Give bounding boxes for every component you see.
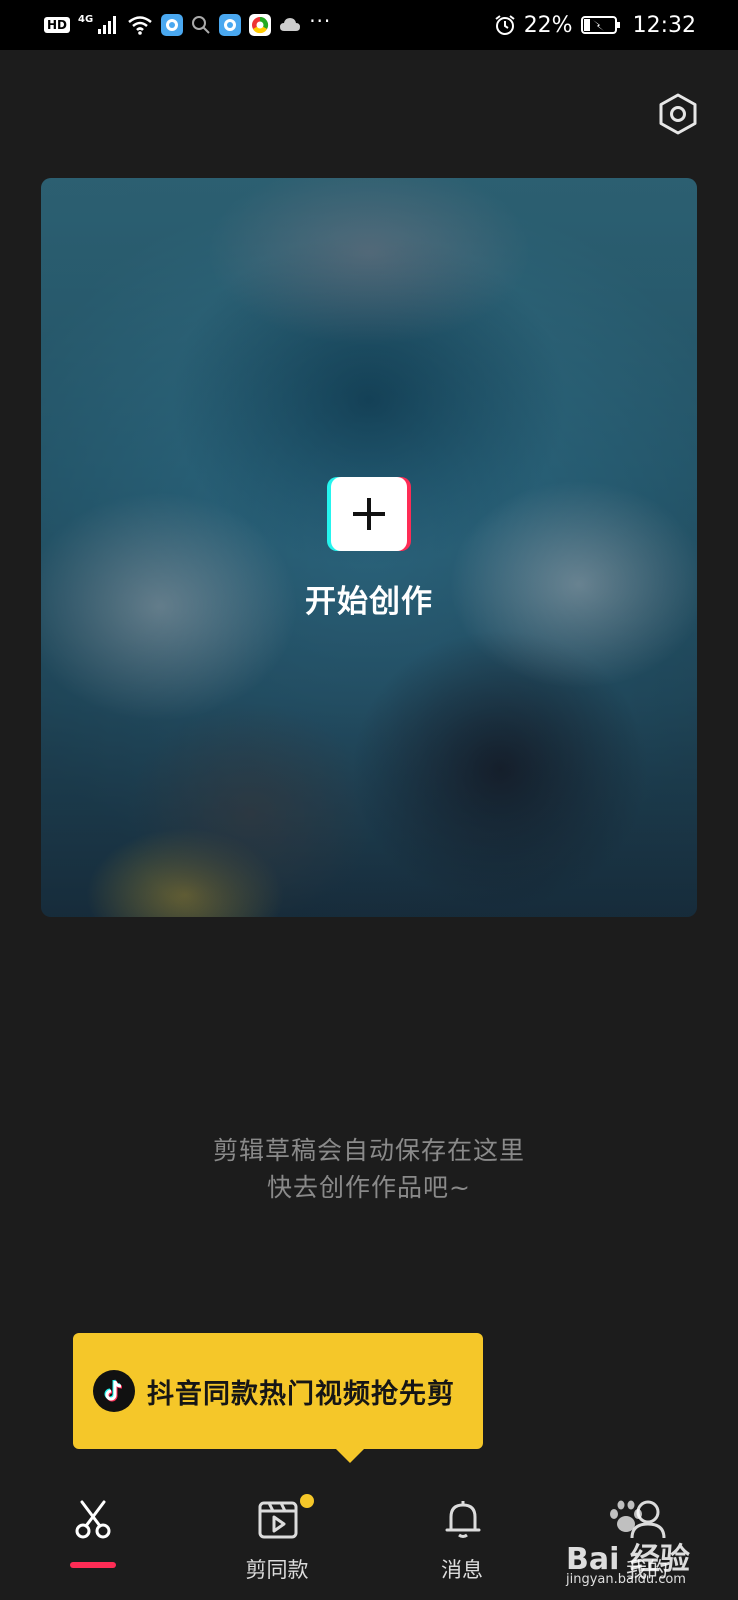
- drafts-empty-line2: 快去创作作品吧~: [267, 1173, 471, 1202]
- battery-percent: 22%: [523, 12, 573, 38]
- create-project-button[interactable]: [327, 477, 411, 551]
- baidu-jingyan-watermark: Bai 经验 jingyan.baidu.com: [562, 1500, 732, 1592]
- notification-app-icon: [219, 14, 242, 36]
- clock: 12:32: [632, 12, 696, 38]
- network-type: 4G: [78, 13, 94, 25]
- scissors-icon: [75, 1500, 111, 1539]
- signal-icon: [98, 16, 117, 34]
- promo-text: 抖音同款热门视频抢先剪: [147, 1378, 455, 1410]
- notification-app-icon: [161, 14, 184, 36]
- settings-button[interactable]: [657, 92, 699, 136]
- plus-icon: [353, 498, 385, 530]
- browser-app-icon: [249, 14, 272, 36]
- video-template-icon: [258, 1501, 298, 1539]
- bell-icon: [445, 1501, 481, 1538]
- drafts-empty-line1: 剪辑草稿会自动保存在这里: [212, 1136, 525, 1165]
- nav-item-messages[interactable]: 消息: [392, 1480, 532, 1590]
- more-notifications: ···: [309, 9, 332, 33]
- nav-item-templates[interactable]: 剪同款: [207, 1480, 347, 1590]
- wifi-icon: [128, 16, 152, 35]
- cloud-icon: [280, 18, 301, 31]
- create-label: 开始创作: [305, 584, 433, 620]
- search-icon: [192, 16, 210, 34]
- alarm-icon: [495, 15, 515, 35]
- templates-badge-dot: [300, 1494, 314, 1508]
- hexagon-settings-icon: [659, 93, 697, 135]
- tiktok-logo-icon: [93, 1370, 135, 1412]
- create-button-face: [331, 477, 407, 551]
- template-promo-tooltip[interactable]: 抖音同款热门视频抢先剪: [73, 1333, 483, 1463]
- battery-icon: [580, 16, 620, 34]
- nav-item-edit[interactable]: [22, 1480, 162, 1590]
- nav-label-messages: 消息: [441, 1558, 483, 1582]
- nav-label-templates: 剪同款: [245, 1558, 309, 1582]
- status-bar: HD 4G ··· 22% 12:32: [0, 0, 738, 50]
- status-bar-left: HD 4G ···: [44, 9, 332, 36]
- status-bar-right: 22% 12:32: [494, 13, 696, 38]
- app-screen: HD 4G ··· 22% 12:32 开始创作 剪辑草稿会自动保存在这里 快去…: [0, 0, 738, 1600]
- paw-logo-icon: [610, 1500, 642, 1532]
- start-creating-card[interactable]: 开始创作: [41, 178, 697, 917]
- watermark-site: jingyan.baidu.com: [566, 1572, 686, 1587]
- hd-badge: HD: [44, 17, 71, 33]
- active-tab-indicator: [70, 1562, 116, 1568]
